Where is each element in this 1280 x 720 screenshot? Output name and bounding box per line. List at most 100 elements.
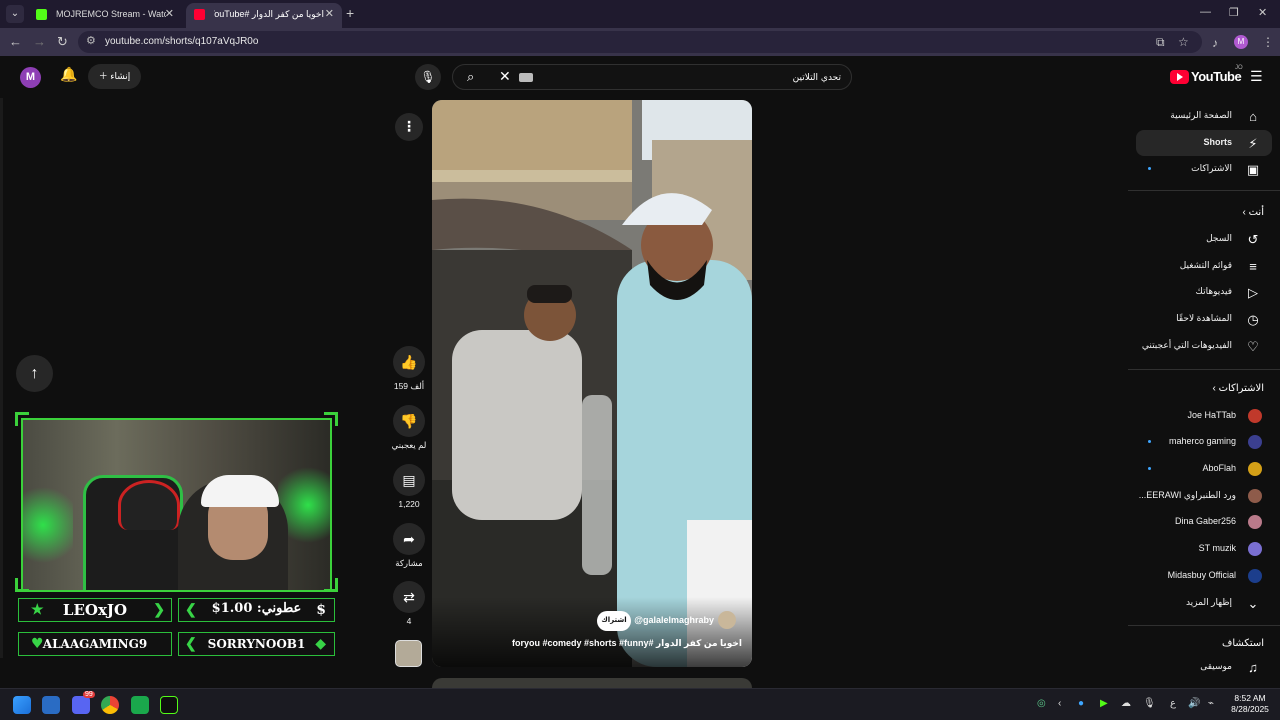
- notifications-bell-icon[interactable]: 🔔: [60, 66, 77, 83]
- remix-action[interactable]: ⇄ 4: [388, 581, 430, 626]
- sidebar-item-shorts[interactable]: ⚡ Shorts: [1136, 130, 1272, 156]
- site-info-icon[interactable]: ⚙: [86, 34, 96, 47]
- network-icon[interactable]: ⌁: [1208, 698, 1214, 709]
- install-app-icon[interactable]: ⧉: [1156, 35, 1165, 50]
- subscription-channel[interactable]: Midasbuy Official: [1136, 563, 1272, 589]
- channel-avatar[interactable]: [718, 611, 736, 629]
- tray-app-icon[interactable]: ◎: [1037, 698, 1046, 709]
- tab-search-button[interactable]: ⌄: [6, 5, 24, 23]
- search-input[interactable]: [561, 69, 841, 86]
- subscriptions-section-heading[interactable]: الاشتراكات ›: [1212, 383, 1264, 394]
- frame-corner: [15, 578, 29, 592]
- share-action[interactable]: ➦ مشاركة: [388, 523, 430, 569]
- badge-text: ALAAGAMING9: [42, 637, 148, 651]
- channel-handle[interactable]: @galalelmaghraby: [634, 615, 714, 625]
- sound-thumbnail[interactable]: [395, 640, 422, 667]
- file-explorer-icon[interactable]: [42, 696, 60, 714]
- sidebar-item-home[interactable]: ⌂ الصفحة الرئيسية: [1136, 103, 1272, 129]
- chevron-left-icon: ›: [1242, 207, 1246, 218]
- like-action[interactable]: 👍 159 ألف: [388, 346, 430, 392]
- close-window-icon[interactable]: ✕: [1258, 6, 1267, 19]
- channel-avatar: [1248, 435, 1262, 449]
- voice-search-mic-icon[interactable]: 🎙: [415, 64, 441, 90]
- you-section-heading[interactable]: أنت ›: [1242, 207, 1264, 218]
- channel-name: AboFlah: [1202, 463, 1236, 473]
- badge-text: LEOxJO: [62, 601, 128, 619]
- green-glow: [23, 480, 73, 570]
- channel-info[interactable]: @galalelmaghraby: [598, 611, 748, 631]
- forward-icon[interactable]: →: [33, 34, 46, 49]
- thumbs-down-icon[interactable]: 👎: [393, 405, 425, 437]
- clear-search-icon[interactable]: ✕: [499, 68, 511, 85]
- tray-app-icon[interactable]: ●: [1078, 698, 1084, 709]
- more-options-icon[interactable]: ⋮: [395, 113, 423, 141]
- reload-icon[interactable]: ↻: [57, 34, 68, 50]
- steam-icon[interactable]: ☁: [1121, 698, 1131, 709]
- next-short-preview[interactable]: [432, 678, 752, 688]
- top-follower-badge: ★ LEOxJO ❯: [18, 598, 172, 622]
- tab-mojremco-stream[interactable]: MOJREMCO Stream - Watch Li ✕: [28, 3, 182, 28]
- comment-count: 1,220: [398, 499, 420, 509]
- tab-youtube-short[interactable]: اخويا من كفر الدوار #YouTube ✕: [186, 3, 342, 28]
- channel-avatar: [1248, 569, 1262, 583]
- sidebar-item-watch-later[interactable]: ◷ المشاهدة لاحقًا: [1136, 306, 1272, 332]
- show-more-button[interactable]: ⌄ إظهار المزيد: [1136, 590, 1272, 616]
- new-tab-button[interactable]: +: [346, 5, 354, 21]
- playlists-icon: ≡: [1249, 259, 1257, 274]
- channel-avatar: [1248, 542, 1262, 556]
- system-clock[interactable]: 8:52 AM 8/28/2025: [1228, 693, 1272, 715]
- subscription-channel[interactable]: maherco gaming: [1136, 429, 1272, 455]
- browser-tab-bar: ⌄ MOJREMCO Stream - Watch Li ✕ اخويا من …: [0, 0, 1280, 28]
- thumbs-up-icon[interactable]: 👍: [393, 346, 425, 378]
- dislike-action[interactable]: 👎 لم يعجبني: [388, 405, 430, 451]
- media-controls-icon[interactable]: ♪: [1212, 36, 1218, 50]
- subscription-channel[interactable]: Joe HaTTab: [1136, 403, 1272, 429]
- share-icon[interactable]: ➦: [393, 523, 425, 555]
- account-avatar[interactable]: M: [20, 67, 41, 88]
- volume-icon[interactable]: 🔊: [1188, 698, 1200, 709]
- comment-icon[interactable]: ▤: [393, 464, 425, 496]
- sidebar-item-subscriptions[interactable]: ▣ الاشتراكات: [1136, 156, 1272, 182]
- sidebar-item-music[interactable]: ♫ موسيقى: [1136, 654, 1272, 680]
- tray-app-icon[interactable]: ▶: [1100, 698, 1108, 709]
- guide-menu-icon[interactable]: ☰: [1250, 68, 1263, 85]
- sidebar-item-history[interactable]: ↺ السجل: [1136, 226, 1272, 252]
- short-title[interactable]: اخويا من كفر الدوار #foryou #comedy #sho…: [442, 638, 742, 649]
- minimize-icon[interactable]: —: [1200, 6, 1211, 18]
- microphone-icon[interactable]: 🎙: [1143, 698, 1156, 709]
- chrome-icon[interactable]: [101, 696, 119, 714]
- new-content-dot: [1148, 167, 1151, 170]
- short-video-player[interactable]: اشتراك @galalelmaghraby اخويا من كفر الد…: [432, 100, 752, 667]
- remix-icon[interactable]: ⇄: [393, 581, 425, 613]
- sidebar-item-liked-videos[interactable]: ♡ الفيديوهات التي أعجبتني: [1136, 333, 1272, 359]
- windows-start-icon[interactable]: [13, 696, 31, 714]
- previous-short-arrow-up-icon[interactable]: ↑: [16, 355, 53, 392]
- address-bar[interactable]: ⚙ youtube.com/shorts/q107aVqJR0o ⧉ ☆: [78, 31, 1202, 53]
- tray-app-icon[interactable]: ‹: [1058, 698, 1061, 709]
- sidebar-item-playlists[interactable]: ≡ قوائم التشغيل: [1136, 253, 1272, 279]
- new-content-dot: [1148, 440, 1151, 443]
- input-language[interactable]: ع: [1170, 698, 1176, 709]
- subscription-channel[interactable]: AboFlah: [1136, 456, 1272, 482]
- bookmark-star-icon[interactable]: ☆: [1178, 35, 1189, 49]
- dollar-icon: $: [316, 602, 326, 618]
- kick-app-icon[interactable]: [160, 696, 178, 714]
- keyboard-icon[interactable]: [519, 73, 533, 82]
- back-icon[interactable]: ←: [9, 34, 22, 49]
- streaming-app-icon[interactable]: [131, 696, 149, 714]
- search-icon[interactable]: ⌕: [467, 69, 474, 85]
- comments-action[interactable]: ▤ 1,220: [388, 464, 430, 509]
- close-tab-icon[interactable]: ✕: [325, 3, 334, 25]
- discord-icon[interactable]: [72, 696, 90, 714]
- subscription-channel[interactable]: Dina Gaber256: [1136, 509, 1272, 535]
- channel-avatar: [1248, 409, 1262, 423]
- subscription-channel[interactable]: ST muzik: [1136, 536, 1272, 562]
- close-tab-icon[interactable]: ✕: [165, 3, 174, 25]
- recent-follower-badge: ♥ ALAAGAMING9: [18, 632, 172, 656]
- subscription-channel[interactable]: ورد الطنبراوي EERAWI...: [1136, 483, 1272, 509]
- browser-profile-avatar[interactable]: M: [1234, 35, 1248, 49]
- create-button[interactable]: ＋ إنشاء: [88, 64, 141, 89]
- browser-menu-icon[interactable]: ⋮: [1262, 35, 1274, 49]
- sidebar-item-your-videos[interactable]: ▷ فيديوهاتك: [1136, 279, 1272, 305]
- restore-icon[interactable]: ❐: [1229, 6, 1239, 19]
